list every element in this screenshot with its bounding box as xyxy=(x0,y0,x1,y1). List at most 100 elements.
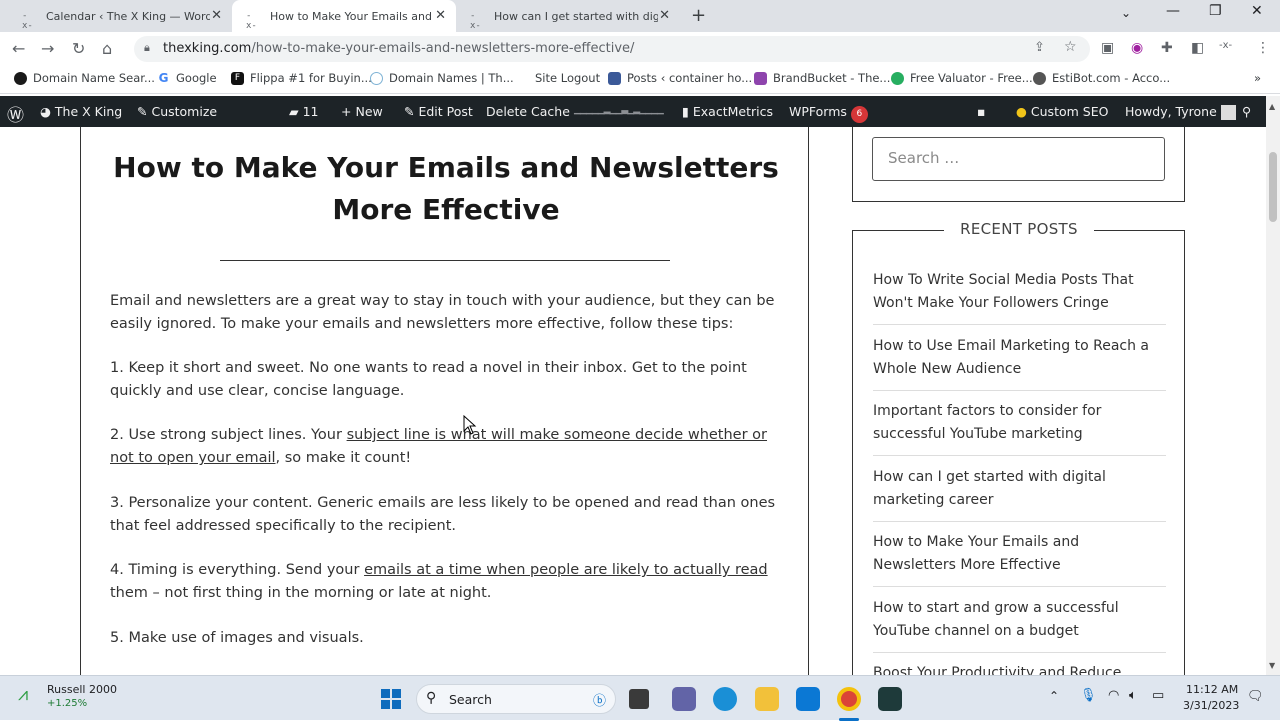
edge-icon[interactable] xyxy=(713,687,737,711)
recent-post-link[interactable]: How to start and grow a successful YouTu… xyxy=(873,597,1166,653)
home-icon[interactable]: ⌂ xyxy=(102,39,112,58)
extensions-puzzle-icon[interactable]: ✚ xyxy=(1161,40,1173,56)
new-content-link[interactable]: + New xyxy=(341,104,383,119)
bookmark-item[interactable]: Domain Names | Th... xyxy=(370,71,514,85)
tab-digital-marketing[interactable]: -x- How can I get started with digital m… xyxy=(456,0,680,32)
plus-icon: + xyxy=(341,104,352,119)
brandbucket-icon xyxy=(754,71,767,85)
edit-post-link[interactable]: ✎ Edit Post xyxy=(404,104,473,119)
bookmark-item[interactable]: G Google xyxy=(157,71,217,85)
wordpress-logo-icon[interactable]: Ⓦ xyxy=(7,101,24,126)
brush-icon: ✎ xyxy=(137,104,148,119)
clock-date[interactable]: 3/31/2023 xyxy=(1183,699,1239,712)
customize-link[interactable]: ✎ Customize xyxy=(137,104,217,119)
grid-icon xyxy=(608,71,621,85)
bookmark-item[interactable]: F Flippa #1 for Buyin... xyxy=(231,71,372,85)
close-window-icon[interactable]: ✕ xyxy=(1251,3,1263,19)
delete-cache-link[interactable]: Delete Cache xyxy=(486,104,570,119)
tab-search-chevron-icon[interactable]: ⌄ xyxy=(1121,6,1131,20)
search-input[interactable]: Search … xyxy=(872,137,1165,181)
bookmark-star-icon[interactable]: ☆ xyxy=(1064,39,1077,55)
paragraph: 4. Timing is everything. Send your email… xyxy=(110,562,768,601)
close-tab-icon[interactable]: ✕ xyxy=(659,8,670,23)
search-icon[interactable]: ⚲ xyxy=(1242,104,1251,119)
minimize-icon[interactable]: — xyxy=(1166,3,1180,19)
menu-dots-icon[interactable]: ⋮ xyxy=(1256,40,1270,56)
tab-emails-article[interactable]: -x- How to Make Your Emails and Newslett… xyxy=(232,0,456,32)
url-text[interactable]: thexking.com/how-to-make-your-emails-and… xyxy=(163,41,634,56)
notification-icon[interactable]: ▪ xyxy=(977,104,985,119)
page-scrollbar[interactable]: ▲ ▼ xyxy=(1266,96,1280,675)
reload-icon[interactable]: ↻ xyxy=(72,39,85,58)
notifications-icon[interactable]: 🗨︎ xyxy=(1247,689,1264,704)
close-tab-icon[interactable]: ✕ xyxy=(435,8,446,23)
bookmark-item[interactable]: EstiBot.com - Acco... xyxy=(1033,71,1170,85)
bing-icon: ⓑ xyxy=(593,694,607,709)
timing-link[interactable]: emails at a time when people are likely … xyxy=(364,562,768,578)
bar-chart-icon: ▮ xyxy=(682,104,689,119)
account-menu[interactable]: Howdy, Tyrone xyxy=(1125,104,1236,120)
bookmark-item[interactable]: Domain Name Sear... xyxy=(14,71,155,85)
browser-toolbar: ← → ↻ ⌂ 🔒︎ thexking.com/how-to-make-your… xyxy=(0,32,1280,66)
bookmark-item[interactable]: Posts ‹ container ho... xyxy=(608,71,752,85)
exactmetrics-link[interactable]: ▮ ExactMetrics xyxy=(682,104,773,119)
new-tab-icon[interactable]: + xyxy=(691,5,706,26)
stock-widget-name[interactable]: Russell 2000 xyxy=(47,683,117,696)
wifi-icon[interactable]: ◠ xyxy=(1108,688,1119,703)
title-divider xyxy=(220,260,670,261)
scroll-up-icon[interactable]: ▲ xyxy=(1269,102,1275,111)
recent-post-link[interactable]: How to Make Your Emails and Newsletters … xyxy=(873,531,1166,587)
wp-admin-bar: Ⓦ ◕ The X King ✎ Customize ▰ 11 + New ✎ … xyxy=(0,96,1266,127)
recent-post-link[interactable]: How can I get started with digital marke… xyxy=(873,466,1166,522)
custom-seo-link[interactable]: ● Custom SEO xyxy=(1016,104,1108,119)
clock-time[interactable]: 11:12 AM xyxy=(1186,683,1238,696)
stock-chart-icon: ⩘ xyxy=(18,684,29,705)
recent-post-link[interactable]: Important factors to consider for succes… xyxy=(873,400,1166,456)
windows-taskbar: ⩘ Russell 2000 +1.25% ⚲ Search ⓑ ⌃ 🎙︎ ◠ … xyxy=(0,675,1280,721)
bookmark-item[interactable]: Site Logout xyxy=(535,71,600,85)
site-name-link[interactable]: ◕ The X King xyxy=(40,104,122,119)
mail-icon[interactable] xyxy=(796,687,820,711)
recent-post-link[interactable]: Boost Your Productivity and Reduce Stres… xyxy=(873,662,1166,675)
address-bar[interactable]: 🔒︎ thexking.com/how-to-make-your-emails-… xyxy=(134,36,1090,62)
scroll-down-icon[interactable]: ▼ xyxy=(1269,661,1275,670)
close-tab-icon[interactable]: ✕ xyxy=(211,8,222,23)
bookmark-favicon-icon xyxy=(891,71,904,85)
chrome-icon[interactable] xyxy=(837,687,861,711)
battery-icon[interactable]: ▭ xyxy=(1152,688,1164,703)
file-explorer-icon[interactable] xyxy=(755,687,779,711)
forward-icon[interactable]: → xyxy=(41,39,54,58)
scroll-thumb[interactable] xyxy=(1269,152,1277,222)
recent-post-link[interactable]: How to Use Email Marketing to Reach a Wh… xyxy=(873,335,1166,391)
taskbar-search[interactable]: ⚲ Search ⓑ xyxy=(416,684,616,714)
avatar xyxy=(1220,105,1236,120)
show-hidden-icons-icon[interactable]: ⌃ xyxy=(1049,689,1059,703)
bookmarks-bar: Domain Name Sear... G Google F Flippa #1 f… xyxy=(0,66,1280,94)
microphone-icon[interactable]: 🎙︎ xyxy=(1080,688,1097,703)
bookmark-item[interactable]: Free Valuator - Free... xyxy=(891,71,1033,85)
bookmarks-overflow-icon[interactable]: » xyxy=(1254,71,1261,85)
side-panel-icon[interactable]: ◧ xyxy=(1191,40,1204,56)
back-icon[interactable]: ← xyxy=(12,39,25,58)
wpforms-link[interactable]: WPForms 6 xyxy=(789,104,868,123)
task-view-icon[interactable] xyxy=(629,689,649,709)
teams-icon[interactable] xyxy=(672,687,696,711)
volume-icon[interactable]: 🔈︎ xyxy=(1129,688,1137,703)
extension-grammar-icon[interactable]: ◉ xyxy=(1131,40,1143,56)
recent-post-link[interactable]: How To Write Social Media Posts That Won… xyxy=(873,269,1166,325)
bookmark-favicon-icon xyxy=(14,71,27,85)
article: How to Make Your Emails and Newsletters … xyxy=(80,127,809,675)
bookmark-item[interactable]: BrandBucket - The... xyxy=(754,71,890,85)
windows-start-icon[interactable] xyxy=(379,687,403,711)
stats-sparkline-icon[interactable]: ▁▁▁▁▁▂▁▁▃▁▂▁▁▁▁ xyxy=(574,105,664,115)
terminal-app-icon[interactable] xyxy=(878,687,902,711)
tab-label: How can I get started with digital marke… xyxy=(494,9,658,23)
seo-circle-icon: ● xyxy=(1016,104,1027,119)
share-icon[interactable]: ⇪ xyxy=(1034,40,1045,55)
restore-icon[interactable]: ❐ xyxy=(1209,3,1222,19)
tab-calendar[interactable]: -x- Calendar ‹ The X King — WordPress ✕ xyxy=(8,0,232,32)
site-favicon-icon: -x- xyxy=(22,11,33,31)
extension-icon[interactable]: ▣ xyxy=(1101,40,1114,56)
comments-link[interactable]: ▰ 11 xyxy=(289,104,319,119)
profile-icon[interactable]: -x- xyxy=(1219,40,1232,51)
